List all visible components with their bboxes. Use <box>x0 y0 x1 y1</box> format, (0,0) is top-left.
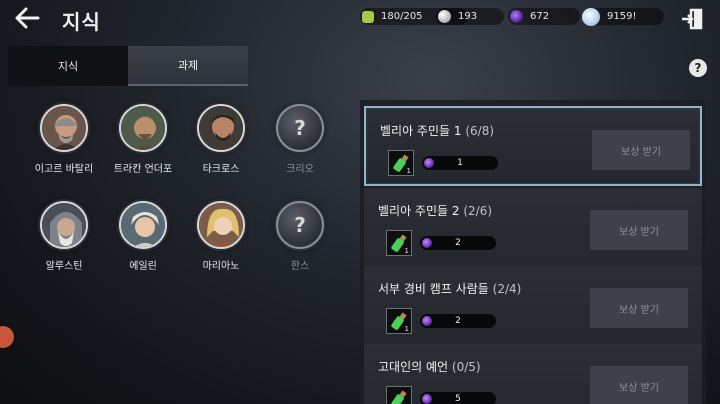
quest-item[interactable]: 서부 경비 캠프 사람들 (2/4) 1 2 보상 받기 <box>364 266 702 346</box>
character-portrait <box>197 201 245 249</box>
reward-amount: 1 <box>422 156 498 170</box>
quest-item[interactable]: 고대인의 예언 (0/5) 1 5 보상 받기 <box>364 344 702 404</box>
dark-spirit-value: 672 <box>530 11 550 22</box>
reward-value: 1 <box>457 158 463 168</box>
quest-item[interactable]: 벨리아 주민들 1 (6/8) 1 1 보상 받기 <box>364 106 702 186</box>
claim-reward-button[interactable]: 보상 받기 <box>590 288 688 328</box>
pearl-icon <box>438 10 451 23</box>
silver-value: 9159! <box>607 11 637 22</box>
quest-title: 고대인의 예언 (0/5) <box>378 358 481 375</box>
question-mark-icon: ? <box>294 116 306 140</box>
dark-spirit-orb-icon <box>424 158 434 168</box>
energy-value: 180/205 <box>381 11 423 22</box>
green-potion-icon: 1 <box>386 386 412 404</box>
green-potion-icon: 1 <box>388 150 414 176</box>
quest-progress: (2/6) <box>463 204 493 218</box>
character-card-locked[interactable]: ? 크리오 <box>265 104 335 175</box>
tab-bar: 지식 과제 <box>8 46 248 86</box>
quest-name: 고대인의 예언 <box>378 360 449 374</box>
character-portrait <box>40 104 88 152</box>
exit-door-icon[interactable] <box>680 8 704 30</box>
quest-progress: (6/8) <box>465 124 495 138</box>
character-card[interactable]: 에일린 <box>108 201 178 272</box>
quest-name: 벨리아 주민들 2 <box>378 204 460 218</box>
character-portrait <box>119 104 167 152</box>
character-name: 마리아노 <box>202 261 240 272</box>
reward-amount: 2 <box>420 236 496 250</box>
character-portrait <box>119 201 167 249</box>
page-title: 지식 <box>62 10 101 34</box>
character-name: 크리오 <box>286 164 314 175</box>
quest-name: 서부 경비 캠프 사람들 <box>378 282 489 296</box>
quest-progress: (2/4) <box>492 282 522 296</box>
help-icon[interactable]: ? <box>689 59 707 77</box>
tab-knowledge[interactable]: 지식 <box>8 46 128 86</box>
dark-spirit-orb-icon <box>422 316 432 326</box>
back-arrow-icon[interactable] <box>12 5 42 31</box>
character-name: 알루스틴 <box>45 261 83 272</box>
character-portrait <box>197 104 245 152</box>
character-card[interactable]: 트라칸 언더포 <box>108 104 178 175</box>
pearl-value: 193 <box>458 11 478 22</box>
reward-value: 2 <box>455 238 461 248</box>
dark-spirit-orb-icon <box>510 10 523 23</box>
potion-count: 1 <box>404 325 409 333</box>
claim-reward-button[interactable]: 보상 받기 <box>590 210 688 250</box>
top-bar: 지식 180/205 193 672 9159! <box>0 0 720 40</box>
claim-reward-button[interactable]: 보상 받기 <box>592 130 690 170</box>
locked-portrait: ? <box>276 104 324 152</box>
character-portrait <box>40 201 88 249</box>
locked-portrait: ? <box>276 201 324 249</box>
potion-count: 1 <box>406 167 411 175</box>
character-name: 타크로스 <box>202 164 240 175</box>
energy-icon <box>362 10 374 23</box>
quest-list-panel[interactable]: 벨리아 주민들 1 (6/8) 1 1 보상 받기 벨리아 주민들 2 (2/6… <box>360 100 706 404</box>
quest-name: 벨리아 주민들 1 <box>380 124 462 138</box>
dark-spirit-counter: 672 <box>508 8 580 25</box>
character-card[interactable]: 마리아노 <box>186 201 256 272</box>
character-card-locked[interactable]: ? 한스 <box>265 201 335 272</box>
potion-count: 1 <box>404 247 409 255</box>
silver-coin-icon <box>582 7 600 26</box>
reward-value: 2 <box>455 316 461 326</box>
green-potion-icon: 1 <box>386 230 412 256</box>
quest-title: 벨리아 주민들 2 (2/6) <box>378 202 492 219</box>
green-potion-icon: 1 <box>386 308 412 334</box>
tab-tasks[interactable]: 과제 <box>128 46 248 86</box>
character-name: 한스 <box>290 261 310 272</box>
quest-progress: (0/5) <box>451 360 481 374</box>
reward-amount: 5 <box>420 392 496 404</box>
silver-counter: 9159! <box>582 7 664 26</box>
character-name: 이고르 바탈리 <box>34 164 94 175</box>
character-card[interactable]: 이고르 바탈리 <box>29 104 99 175</box>
quest-item[interactable]: 벨리아 주민들 2 (2/6) 1 2 보상 받기 <box>364 188 702 268</box>
dark-spirit-orb-icon <box>422 394 432 404</box>
quest-title: 벨리아 주민들 1 (6/8) <box>380 122 494 139</box>
character-card[interactable]: 알루스틴 <box>29 201 99 272</box>
quest-title: 서부 경비 캠프 사람들 (2/4) <box>378 280 521 297</box>
question-mark-icon: ? <box>294 213 306 237</box>
floating-menu-icon[interactable] <box>0 326 14 348</box>
claim-reward-button[interactable]: 보상 받기 <box>590 366 688 404</box>
pearl-counter: 193 <box>436 8 504 25</box>
character-card[interactable]: 타크로스 <box>186 104 256 175</box>
dark-spirit-orb-icon <box>422 238 432 248</box>
character-name: 트라칸 언더포 <box>113 164 173 175</box>
reward-amount: 2 <box>420 314 496 328</box>
character-name: 에일린 <box>129 261 157 272</box>
reward-value: 5 <box>455 394 461 404</box>
